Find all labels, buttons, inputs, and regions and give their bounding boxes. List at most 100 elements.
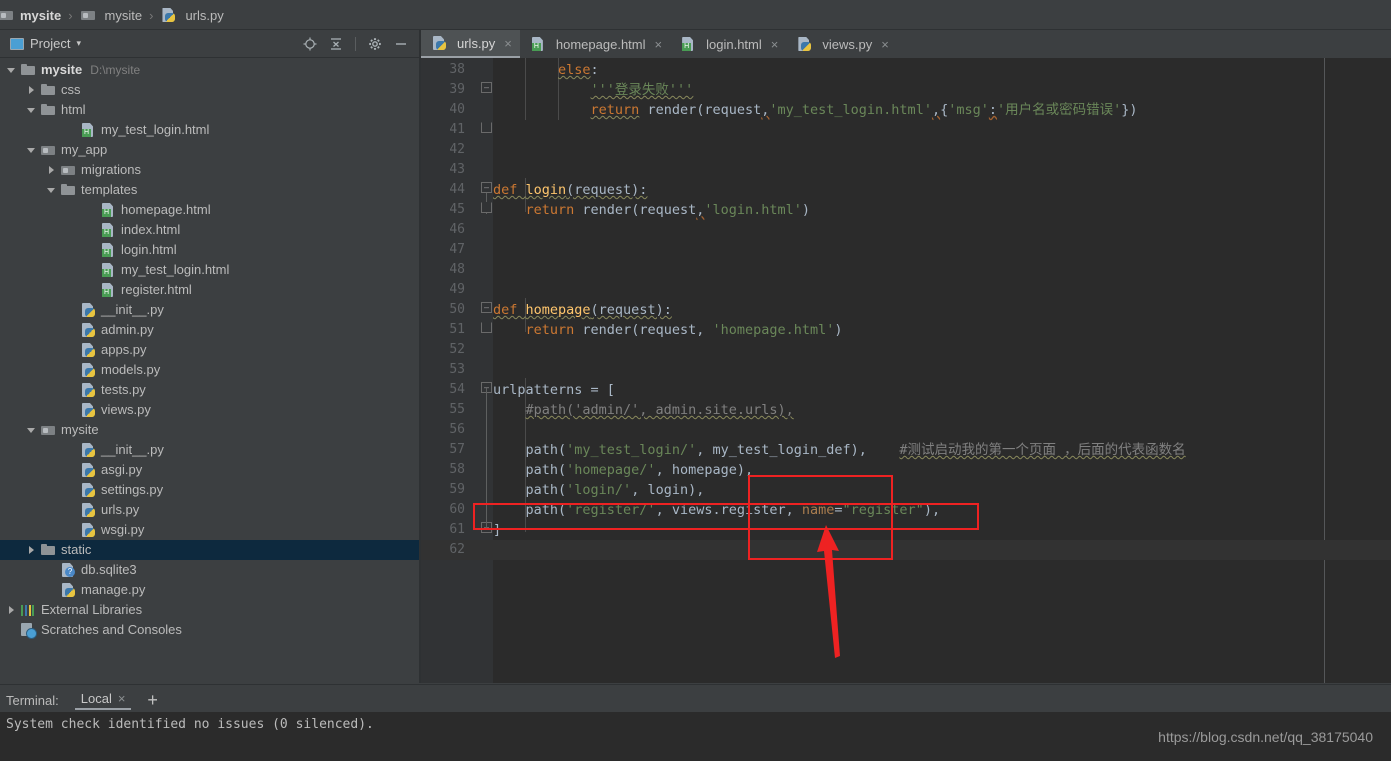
tree-item-mysite[interactable]: mysite	[0, 420, 419, 440]
chevron-down-icon[interactable]	[26, 104, 38, 116]
folder-icon	[40, 102, 56, 118]
tree-item-templates[interactable]: templates	[0, 180, 419, 200]
tree-item-manage-py[interactable]: manage.py	[0, 580, 419, 600]
code-content[interactable]: 38 else: 39 '''登录失败''' 40 return render(re…	[421, 58, 1391, 683]
code-line[interactable]: 50 def homepage(request):	[421, 300, 1391, 320]
code-line[interactable]: 61]	[421, 520, 1391, 540]
tree-item-wsgi-py[interactable]: wsgi.py	[0, 520, 419, 540]
code-line[interactable]: 38 else:	[421, 60, 1391, 80]
close-icon[interactable]: ×	[655, 37, 663, 52]
close-icon[interactable]: ×	[118, 691, 126, 706]
code-line[interactable]: 40 return render(request,'my_test_login.…	[421, 100, 1391, 120]
code-line[interactable]: 42	[421, 140, 1391, 160]
breadcrumb-item-package[interactable]: mysite	[78, 7, 145, 23]
tree-item-label: manage.py	[81, 582, 146, 597]
tree-item-homepage-html[interactable]: homepage.html	[0, 200, 419, 220]
tree-item-index-html[interactable]: index.html	[0, 220, 419, 240]
folder-icon	[20, 62, 36, 78]
chevron-down-icon: ▾	[76, 38, 81, 48]
python-file-icon	[160, 7, 176, 23]
pycharm-window: mysite › mysite › urls.py Project ▾ mysi…	[0, 0, 1391, 761]
code-editor[interactable]: – – – – – 38 else:39 '''登录失败'''40 return…	[421, 58, 1391, 683]
tree-item--init-py[interactable]: __init__.py	[0, 440, 419, 460]
code-line[interactable]: 56	[421, 420, 1391, 440]
close-icon[interactable]: ×	[881, 37, 889, 52]
collapse-all-icon[interactable]	[326, 34, 346, 54]
code-line[interactable]: 43	[421, 160, 1391, 180]
chevron-down-icon[interactable]	[6, 64, 18, 76]
code-line[interactable]: 48	[421, 260, 1391, 280]
tree-item-register-html[interactable]: register.html	[0, 280, 419, 300]
code-line[interactable]: 39 '''登录失败'''	[421, 80, 1391, 100]
project-tool-title[interactable]: Project ▾	[10, 36, 81, 51]
tree-item-models-py[interactable]: models.py	[0, 360, 419, 380]
editor-tab-homepage-html[interactable]: homepage.html ×	[520, 30, 670, 58]
tree-item-migrations[interactable]: migrations	[0, 160, 419, 180]
tree-item-login-html[interactable]: login.html	[0, 240, 419, 260]
code-line[interactable]: 59 path('login/', login),	[421, 480, 1391, 500]
tree-item-apps-py[interactable]: apps.py	[0, 340, 419, 360]
code-line[interactable]: 55 #path('admin/', admin.site.urls),	[421, 400, 1391, 420]
code-line[interactable]: 60 path('register/', views.register, nam…	[421, 500, 1391, 520]
code-line[interactable]: 45 return render(request,'login.html')	[421, 200, 1391, 220]
tree-item-static[interactable]: static	[0, 540, 419, 560]
code-line[interactable]: 49	[421, 280, 1391, 300]
code-line[interactable]: 44 def login(request):	[421, 180, 1391, 200]
code-line[interactable]: 41	[421, 120, 1391, 140]
tree-item-mysite[interactable]: mysite D:\mysite	[0, 60, 419, 80]
tree-item-settings-py[interactable]: settings.py	[0, 480, 419, 500]
tree-item-tests-py[interactable]: tests.py	[0, 380, 419, 400]
code-line[interactable]: 54 urlpatterns = [	[421, 380, 1391, 400]
tree-item-views-py[interactable]: views.py	[0, 400, 419, 420]
editor-tab-urls-py[interactable]: urls.py ×	[421, 30, 520, 58]
tree-item--init-py[interactable]: __init__.py	[0, 300, 419, 320]
code-line[interactable]: 52	[421, 340, 1391, 360]
tree-item-urls-py[interactable]: urls.py	[0, 500, 419, 520]
chevron-down-icon[interactable]	[46, 184, 58, 196]
chevron-down-icon[interactable]	[26, 424, 38, 436]
tree-item-asgi-py[interactable]: asgi.py	[0, 460, 419, 480]
editor-tab-bar[interactable]: urls.py×homepage.html×login.html×views.p…	[421, 30, 1391, 58]
line-number: 55	[449, 402, 465, 417]
code-line[interactable]: 58 path('homepage/', homepage),	[421, 460, 1391, 480]
tree-item-my-app[interactable]: my_app	[0, 140, 419, 160]
minimize-icon[interactable]	[391, 34, 411, 54]
tree-item-my-test-login-html[interactable]: my_test_login.html	[0, 120, 419, 140]
breadcrumb-item-file[interactable]: urls.py	[158, 7, 225, 23]
tree-item-my-test-login-html[interactable]: my_test_login.html	[0, 260, 419, 280]
chevron-right-icon[interactable]	[6, 604, 18, 616]
project-tree[interactable]: mysite D:\mysite css html my_test_login.html…	[0, 58, 419, 683]
tree-item-html[interactable]: html	[0, 100, 419, 120]
chevron-down-icon[interactable]	[26, 144, 38, 156]
tree-item-admin-py[interactable]: admin.py	[0, 320, 419, 340]
tree-item-css[interactable]: css	[0, 80, 419, 100]
chevron-right-icon[interactable]	[46, 164, 58, 176]
code-line[interactable]: 57 path('my_test_login/', my_test_login_…	[421, 440, 1391, 460]
code-line[interactable]: 53	[421, 360, 1391, 380]
close-icon[interactable]: ×	[771, 37, 779, 52]
code-token: (request):	[590, 302, 672, 318]
code-line[interactable]: 62	[421, 540, 1391, 560]
add-terminal-button[interactable]: +	[147, 691, 158, 709]
tree-item-db-sqlite3[interactable]: db.sqlite3	[0, 560, 419, 580]
tree-item-external-libraries[interactable]: External Libraries	[0, 600, 419, 620]
terminal-tab-local[interactable]: Local ×	[74, 691, 132, 710]
chevron-right-icon[interactable]	[26, 84, 38, 96]
editor-tab-views-py[interactable]: views.py ×	[786, 30, 896, 58]
code-line[interactable]: 46	[421, 220, 1391, 240]
code-line[interactable]: 47	[421, 240, 1391, 260]
tree-item-scratches-and-consoles[interactable]: Scratches and Consoles	[0, 620, 419, 640]
locate-target-icon[interactable]	[300, 34, 320, 54]
settings-gear-icon[interactable]	[365, 34, 385, 54]
code-line-text: '''登录失败'''	[493, 80, 694, 100]
breadcrumb-item-project[interactable]: mysite	[0, 7, 63, 23]
tree-item-label: html	[61, 102, 86, 117]
chevron-right-icon[interactable]	[26, 544, 38, 556]
code-token: login	[525, 182, 567, 198]
code-token: )	[801, 202, 811, 218]
close-icon[interactable]: ×	[504, 36, 512, 51]
code-line[interactable]: 51 return render(request, 'homepage.html…	[421, 320, 1391, 340]
editor-tab-login-html[interactable]: login.html ×	[670, 30, 786, 58]
